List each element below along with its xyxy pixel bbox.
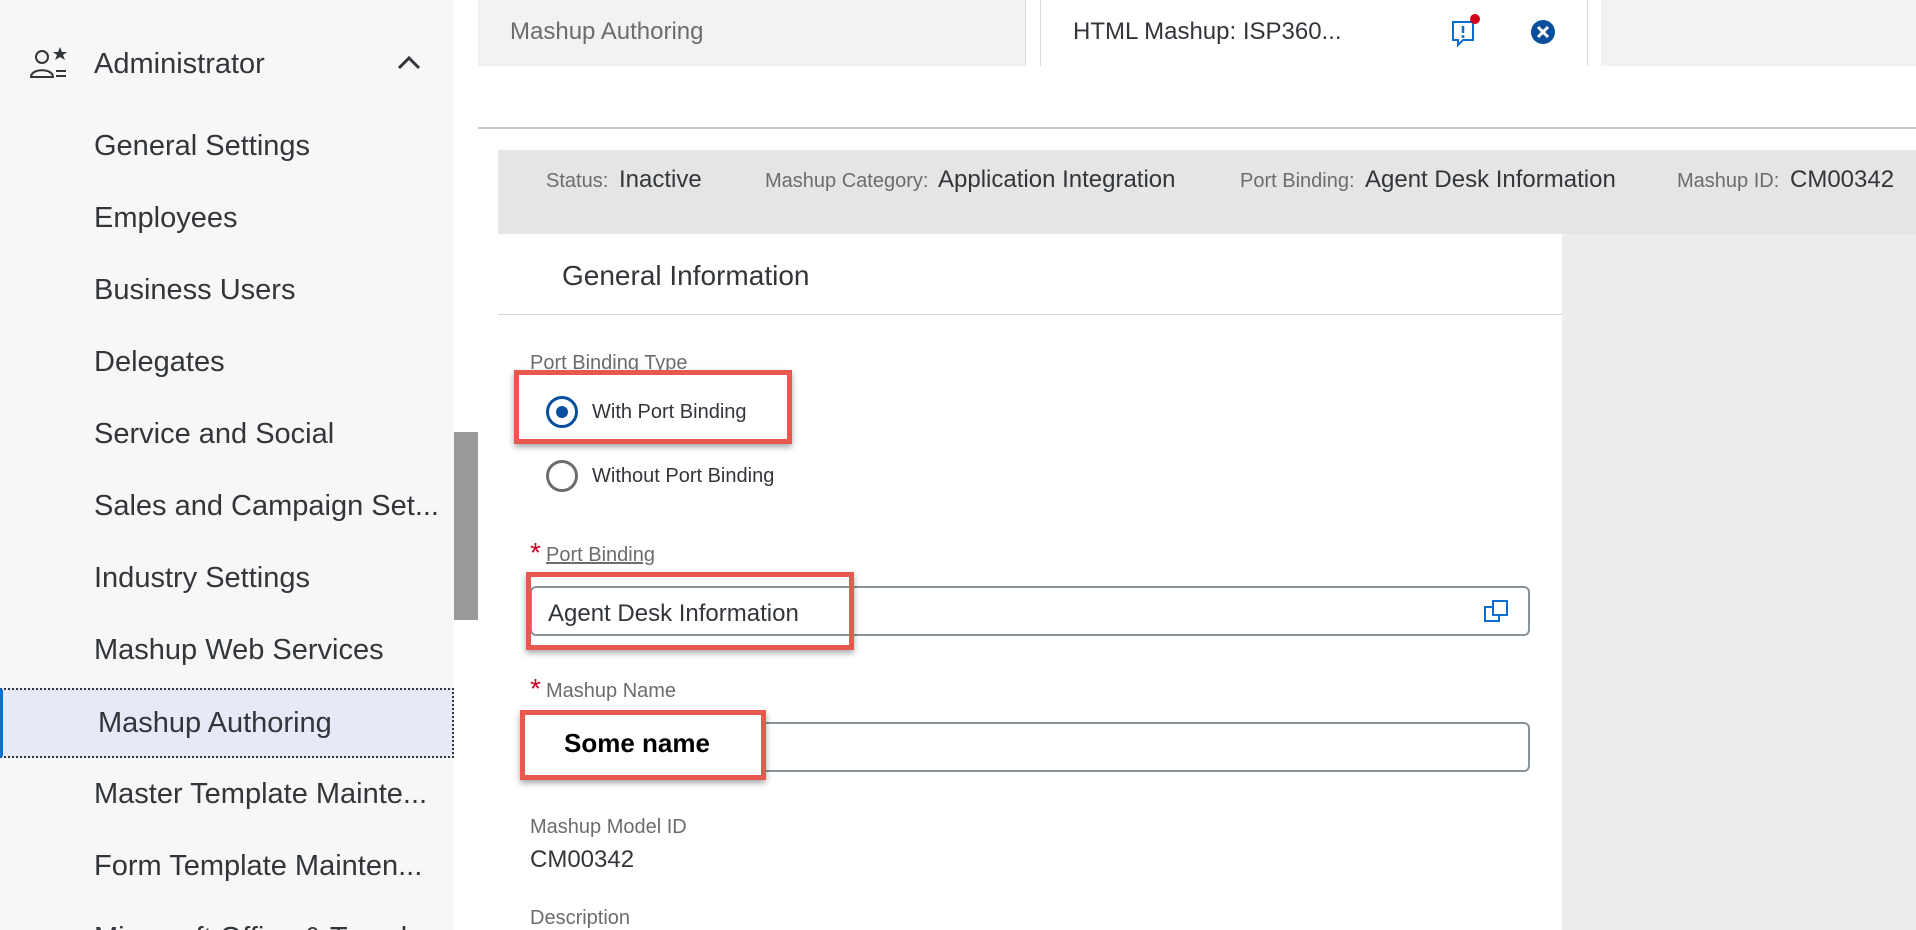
tab-html-mashup[interactable]: HTML Mashup: ISP360...: [1040, 0, 1588, 66]
port-binding-label[interactable]: Port Binding: [546, 544, 655, 567]
radio-with-port-binding-label[interactable]: With Port Binding: [592, 401, 747, 424]
radio-without-port-binding-label[interactable]: Without Port Binding: [592, 465, 774, 488]
sidebar-item-mashup-authoring[interactable]: Mashup Authoring: [0, 688, 454, 758]
section-divider: [498, 314, 1562, 315]
status-label: Status:: [546, 170, 609, 192]
sidebar: Administrator General Settings Employees…: [0, 0, 454, 930]
sidebar-item-industry-settings[interactable]: Industry Settings: [0, 543, 454, 613]
value-help-icon[interactable]: [1482, 598, 1510, 626]
status-value: Inactive: [619, 166, 702, 193]
tab-label: Mashup Authoring: [510, 18, 704, 45]
sidebar-item-sales-and-campaign-settings[interactable]: Sales and Campaign Set...: [0, 471, 454, 541]
sidebar-item-label: Industry Settings: [94, 561, 310, 594]
required-marker: *: [530, 537, 541, 568]
sidebar-item-employees[interactable]: Employees: [0, 183, 454, 253]
port-binding-header-value: Agent Desk Information: [1365, 166, 1616, 193]
sidebar-item-label: General Settings: [94, 129, 311, 162]
mashup-name-label: Mashup Name: [546, 680, 677, 702]
sidebar-item-master-template-maintenance[interactable]: Master Template Mainte...: [0, 759, 454, 829]
chevron-up-icon[interactable]: [396, 50, 422, 76]
mashup-model-id-value: CM00342: [530, 846, 635, 873]
mashup-category-value: Application Integration: [938, 166, 1176, 193]
sidebar-scrollbar[interactable]: [454, 432, 478, 620]
mashup-category-label: Mashup Category:: [765, 170, 929, 192]
sidebar-item-delegates[interactable]: Delegates: [0, 327, 454, 397]
sidebar-item-label: Microsoft Office & Templ...: [94, 922, 431, 930]
sidebar-item-label: Master Template Mainte...: [94, 777, 428, 810]
object-header-status-bar: Status: Inactive Mashup Category: Applic…: [498, 150, 1916, 234]
mashup-model-id-label: Mashup Model ID: [530, 816, 687, 838]
sidebar-item-service-and-social[interactable]: Service and Social: [0, 399, 454, 469]
sidebar-item-label: Sales and Campaign Set...: [94, 489, 439, 522]
sidebar-item-label: Mashup Web Services: [94, 633, 384, 666]
sidebar-group-administrator[interactable]: Administrator: [0, 30, 454, 96]
sidebar-item-business-users[interactable]: Business Users: [0, 255, 454, 325]
radio-with-port-binding[interactable]: [546, 396, 578, 428]
sidebar-item-label: Employees: [94, 201, 238, 234]
sidebar-item-label: Business Users: [94, 273, 296, 306]
tab-label: HTML Mashup: ISP360...: [1073, 18, 1342, 45]
admin-user-icon: [29, 47, 67, 78]
sidebar-item-label: Delegates: [94, 345, 225, 378]
sidebar-item-label: Mashup Authoring: [98, 706, 332, 739]
close-icon[interactable]: [1529, 18, 1557, 46]
message-alert-icon[interactable]: [1449, 14, 1481, 48]
tab-strip-background: [1601, 0, 1916, 66]
header-divider: [478, 127, 1916, 129]
required-marker: *: [530, 673, 541, 704]
sidebar-item-form-template-maintenance[interactable]: Form Template Mainten...: [0, 831, 454, 901]
sidebar-item-microsoft-office-templates[interactable]: Microsoft Office & Templ...: [0, 903, 454, 930]
sidebar-item-mashup-web-services[interactable]: Mashup Web Services: [0, 615, 454, 685]
mashup-id-label: Mashup ID:: [1677, 170, 1780, 192]
port-binding-header-label: Port Binding:: [1240, 170, 1355, 192]
section-title: General Information: [562, 260, 810, 291]
sidebar-item-label: Service and Social: [94, 417, 335, 450]
highlight-box: [526, 572, 854, 650]
mashup-id-value: CM00342: [1790, 166, 1895, 193]
sidebar-item-label: Form Template Mainten...: [94, 849, 423, 882]
sidebar-group-title: Administrator: [94, 48, 265, 80]
mashup-name-input-value[interactable]: Some name: [564, 728, 710, 759]
radio-without-port-binding[interactable]: [546, 460, 578, 492]
tab-mashup-authoring[interactable]: Mashup Authoring: [478, 0, 1026, 66]
side-panel: [1562, 234, 1916, 930]
description-label: Description: [530, 907, 631, 929]
sidebar-item-general-settings[interactable]: General Settings: [0, 111, 454, 181]
